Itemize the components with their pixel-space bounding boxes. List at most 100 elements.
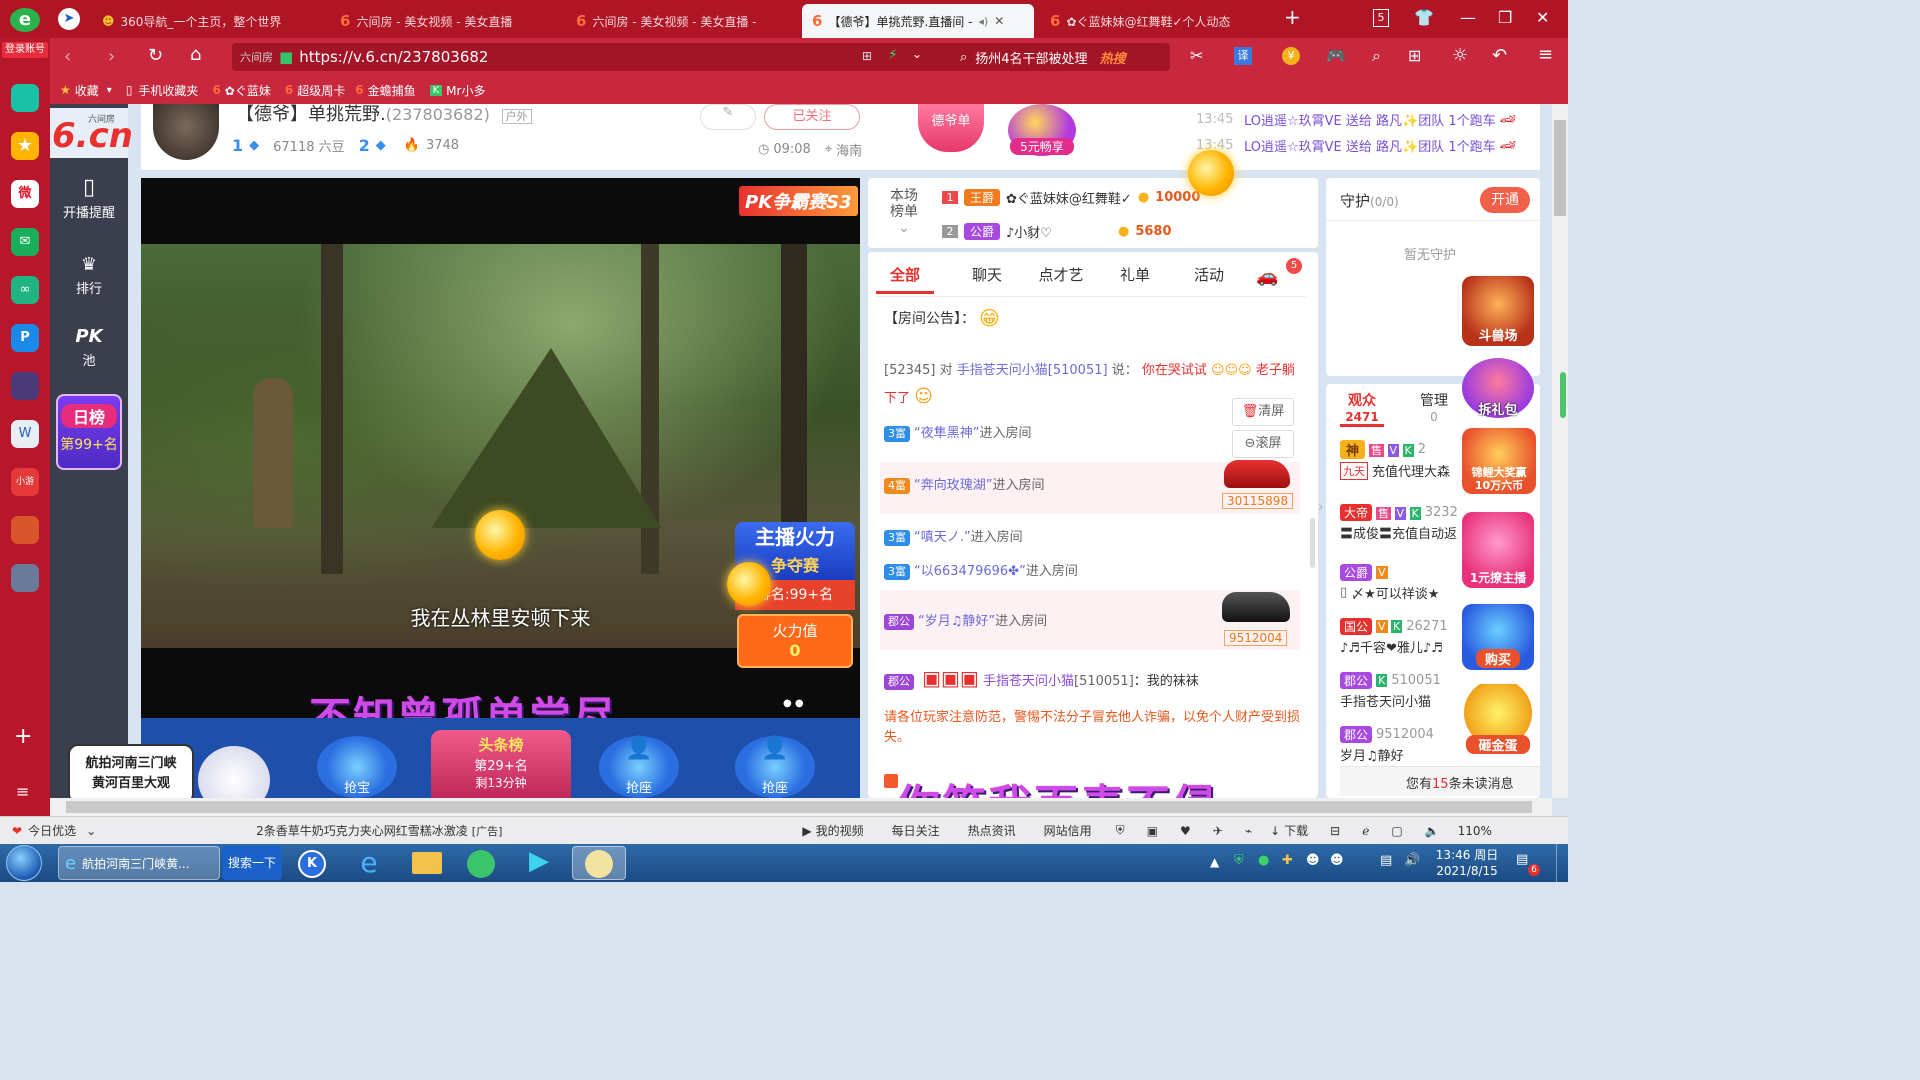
tray-volume-icon[interactable]: 🔊 <box>1404 853 1420 868</box>
promo-golden-egg[interactable]: 砸金蛋 <box>1462 684 1534 756</box>
share-button[interactable]: ✎ <box>700 104 756 130</box>
rail-xiaoyou-icon[interactable]: 小游 <box>11 468 39 496</box>
gamepad-icon[interactable]: 🎮 <box>1326 46 1346 65</box>
video-player[interactable]: PK争霸赛S3 我在丛林里安顿下来 主播火力 争夺赛 排名:99+名 火力值 0… <box>141 178 860 798</box>
browser-logo-icon[interactable]: e <box>6 6 44 34</box>
tray-plus-icon[interactable]: ✚ <box>1282 853 1293 868</box>
seat-headline[interactable]: 头条榜 第29+名 剩13分钟 <box>431 730 571 798</box>
site-logo[interactable]: 六间房 6.cn <box>50 108 133 158</box>
search-field[interactable]: ⌕ 扬州4名干部被处理 热搜 <box>952 43 1170 71</box>
board-label[interactable]: 本场 榜单 ⌄ <box>884 188 924 236</box>
shirt-icon[interactable]: 👕 <box>1414 8 1434 27</box>
tab-chat[interactable]: 聊天 <box>950 264 1024 294</box>
login-button[interactable]: 登录账号 <box>2 42 48 58</box>
promo-gift-pack[interactable]: 拆礼包 <box>1462 358 1534 418</box>
bookmark-mobile[interactable]: 手机收藏夹 <box>138 82 198 99</box>
tab-6cn-2[interactable]: 6 六间房 - 美女视频 - 美女直播 - <box>566 4 794 38</box>
sun-gift-icon[interactable] <box>727 562 771 606</box>
scissors-icon[interactable]: ✂ <box>1190 46 1203 65</box>
back-icon[interactable]: ‹ <box>64 46 71 67</box>
promo-1yuan[interactable]: 1元撩主播 <box>1462 512 1534 588</box>
my-video-link[interactable]: 我的视频 <box>816 822 864 839</box>
promo-5yuan[interactable]: 5元畅享 <box>1008 104 1076 156</box>
taskbar-player-icon[interactable]: ▶ <box>516 846 562 880</box>
home-icon[interactable]: ⌂ <box>190 44 201 65</box>
horizontal-scroll-thumb[interactable] <box>66 801 1532 813</box>
sun-gift-icon[interactable] <box>1188 150 1234 196</box>
rail-game2-icon[interactable] <box>11 516 39 544</box>
bookmark-favorites[interactable]: 收藏 <box>75 82 99 99</box>
msg-name[interactable]: 手指苍天问小猫 <box>983 674 1074 689</box>
enter-name[interactable]: “岁月♫静好” <box>918 614 995 629</box>
restore-icon[interactable]: ❐ <box>1498 8 1512 27</box>
speaker-icon[interactable]: ◂) <box>978 15 988 28</box>
tab-all[interactable]: 全部 <box>876 264 934 294</box>
nav-rank[interactable]: ♛ 排行 <box>50 252 128 302</box>
download-link[interactable]: 下载 <box>1284 822 1308 839</box>
lightning-icon[interactable]: ⚡ <box>888 47 898 63</box>
tab-count-badge[interactable]: 5 <box>1373 9 1389 27</box>
tab-close-icon[interactable]: ✕ <box>994 14 1004 28</box>
taskbar-360-icon[interactable] <box>458 846 504 880</box>
heartbeat-icon[interactable]: ♥ <box>1180 824 1191 838</box>
undo-icon[interactable]: ↶ <box>1492 45 1507 66</box>
rail-weibo-icon[interactable]: 微 <box>11 180 39 208</box>
audience-row[interactable]: 大帝 售 V K 3232 〓成俊〓充值自动返 <box>1340 504 1458 542</box>
tab-talent[interactable]: 点才艺 <box>1024 264 1098 294</box>
audience-row[interactable]: 国公 V K 26271 ♪♬千容❤雅儿♪♬ <box>1340 618 1448 656</box>
enter-name[interactable]: “夜隼黑神” <box>914 426 979 441</box>
green-scroll-indicator[interactable] <box>1560 372 1566 418</box>
taskbar-search-button[interactable]: 搜索一下 <box>222 846 282 880</box>
tab-audience[interactable]: 观众 2471 <box>1340 390 1384 427</box>
rail-cloud-icon[interactable]: ∞ <box>11 276 39 304</box>
new-tab-button[interactable]: + <box>1284 5 1301 29</box>
promo-buy[interactable]: 购买 <box>1462 604 1534 670</box>
close-window-icon[interactable]: ✕ <box>1536 8 1549 27</box>
car-tab-icon[interactable]: 🚗 <box>1256 266 1278 287</box>
audience-row[interactable]: 公爵 V ▯ 〆★可以祥谈★ <box>1340 564 1439 602</box>
start-button[interactable] <box>6 845 42 881</box>
zoom-level[interactable]: 110% <box>1458 824 1492 838</box>
forward-icon[interactable]: › <box>108 46 115 67</box>
tray-360-icon[interactable]: ● <box>1258 853 1269 868</box>
tab-lanmeimei[interactable]: 6 ✿ぐ蓝妹妹@红舞鞋✓个人动态 <box>1040 4 1262 38</box>
rail-p-icon[interactable]: P <box>11 324 39 352</box>
image-icon[interactable]: ▣ <box>1147 824 1158 838</box>
sun-gift-icon[interactable] <box>475 510 525 560</box>
minimize-icon[interactable]: — <box>1460 8 1476 27</box>
seat-grab-1[interactable]: 👤 抢座 <box>599 736 679 798</box>
shield-icon[interactable]: ⛨ <box>1116 823 1125 838</box>
today-picks[interactable]: 今日优选 <box>28 822 76 839</box>
taskbar-avatar-app[interactable] <box>572 846 626 880</box>
brightness-icon[interactable]: ☼ <box>1452 45 1468 66</box>
rail-plus-icon[interactable]: + <box>14 724 32 749</box>
menu-icon[interactable]: ≡ <box>1538 44 1553 65</box>
unread-messages[interactable]: 您有15条未读消息 <box>1340 766 1540 796</box>
tab-gift-list[interactable]: 礼单 <box>1098 264 1172 294</box>
board-row[interactable]: 2 公爵 ♪小豺♡ ● 5680 <box>942 222 1172 241</box>
grid-icon[interactable]: ⊞ <box>862 49 872 63</box>
nav-live-remind[interactable]: ▯ 开播提醒 <box>50 174 128 230</box>
ie-icon[interactable]: ℯ <box>1362 824 1369 838</box>
taskbar-folder-icon[interactable] <box>404 846 450 880</box>
clear-screen-button[interactable]: 🗑清屏 <box>1232 398 1294 426</box>
broom-icon[interactable]: ⌁ <box>1245 824 1252 838</box>
enter-name[interactable]: “奔向玫瑰湖” <box>914 478 992 493</box>
apps-icon[interactable]: ⊞ <box>1408 46 1421 65</box>
taskbar-k-icon[interactable]: K <box>292 846 332 880</box>
rail-game-icon[interactable] <box>11 372 39 400</box>
rail-add-icon[interactable] <box>11 84 39 112</box>
follow-button[interactable]: 已关注 <box>764 104 860 130</box>
promo-arena[interactable]: 斗兽场 <box>1462 276 1534 346</box>
tab-admin[interactable]: 管理 0 <box>1412 390 1456 424</box>
chevron-down-icon[interactable]: ⌄ <box>86 824 96 838</box>
taskbar-browser-app[interactable]: e 航拍河南三门峡黄... <box>58 846 220 880</box>
show-desktop-button[interactable] <box>1556 844 1568 882</box>
tray-shield-icon[interactable]: ⛨ <box>1234 853 1244 868</box>
window-icon[interactable]: ▢ <box>1391 824 1402 838</box>
bookmark-lanmei[interactable]: ✿ぐ蓝妹 <box>225 82 271 99</box>
chat-scrollbar[interactable] <box>1310 518 1315 568</box>
board-row[interactable]: 1 王爵 ✿ぐ蓝妹妹@红舞鞋✓ ● 10000 <box>942 188 1200 207</box>
dropdown-icon[interactable]: ⌄ <box>912 47 922 61</box>
rail-doc-icon[interactable]: W <box>11 420 39 448</box>
